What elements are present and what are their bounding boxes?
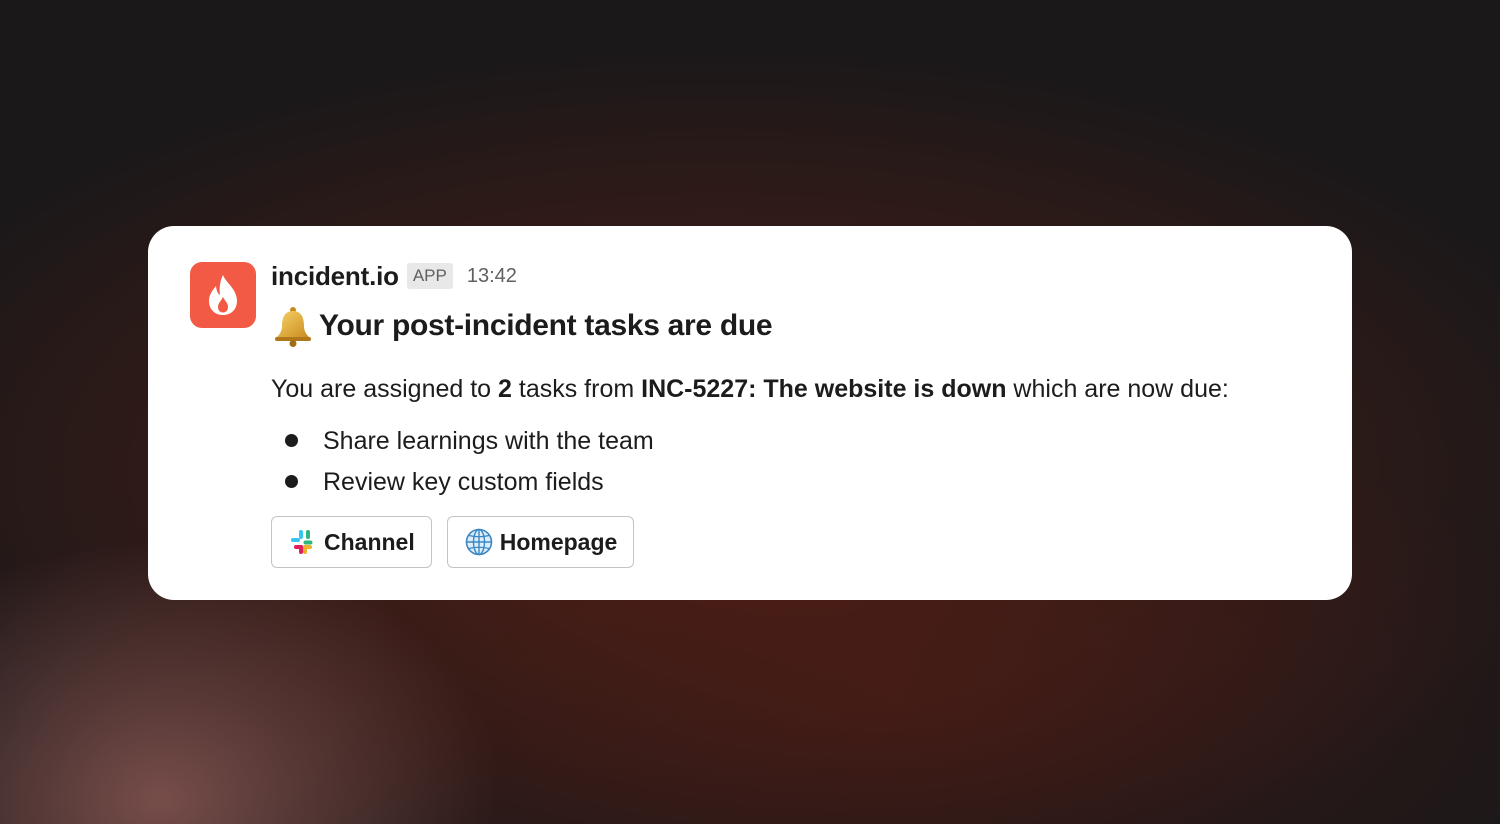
- list-item: Share learnings with the team: [271, 420, 1322, 461]
- homepage-button[interactable]: Homepage: [446, 516, 635, 568]
- body-prefix: You are assigned to: [271, 375, 499, 403]
- app-badge: APP: [406, 263, 453, 289]
- channel-button-label: Channel: [324, 528, 415, 555]
- message-title-row: Your post-incident tasks are due: [271, 304, 1322, 348]
- channel-button[interactable]: Channel: [271, 516, 432, 568]
- task-label: Share learnings with the team: [323, 426, 654, 455]
- bullet: [285, 475, 298, 488]
- flame-icon: [209, 275, 237, 315]
- message-card: incident.io APP 13:42 Your post-incident…: [148, 226, 1352, 600]
- message-body: You are assigned to 2 tasks from INC-522…: [271, 372, 1322, 406]
- message-content: incident.io APP 13:42 Your post-incident…: [271, 256, 1322, 568]
- slack-icon: [291, 530, 313, 554]
- task-count: 2: [498, 375, 512, 403]
- incident-name: INC-5227: The website is down: [641, 375, 1007, 403]
- app-name[interactable]: incident.io: [271, 261, 399, 292]
- bell-icon: [275, 307, 311, 347]
- list-item: Review key custom fields: [271, 461, 1322, 502]
- timestamp[interactable]: 13:42: [467, 265, 517, 288]
- action-buttons: Channel Homepage: [271, 516, 1322, 568]
- task-label: Review key custom fields: [323, 467, 604, 496]
- message-header: incident.io APP 13:42: [271, 256, 1322, 296]
- app-avatar[interactable]: [190, 262, 256, 328]
- body-suffix: which are now due:: [1006, 375, 1229, 403]
- body-middle: tasks from: [511, 375, 642, 403]
- globe-icon: [465, 528, 493, 556]
- homepage-button-label: Homepage: [499, 528, 618, 555]
- task-list: Share learnings with the team Review key…: [271, 420, 1322, 502]
- bullet: [285, 434, 298, 447]
- message-title: Your post-incident tasks are due: [319, 309, 773, 342]
